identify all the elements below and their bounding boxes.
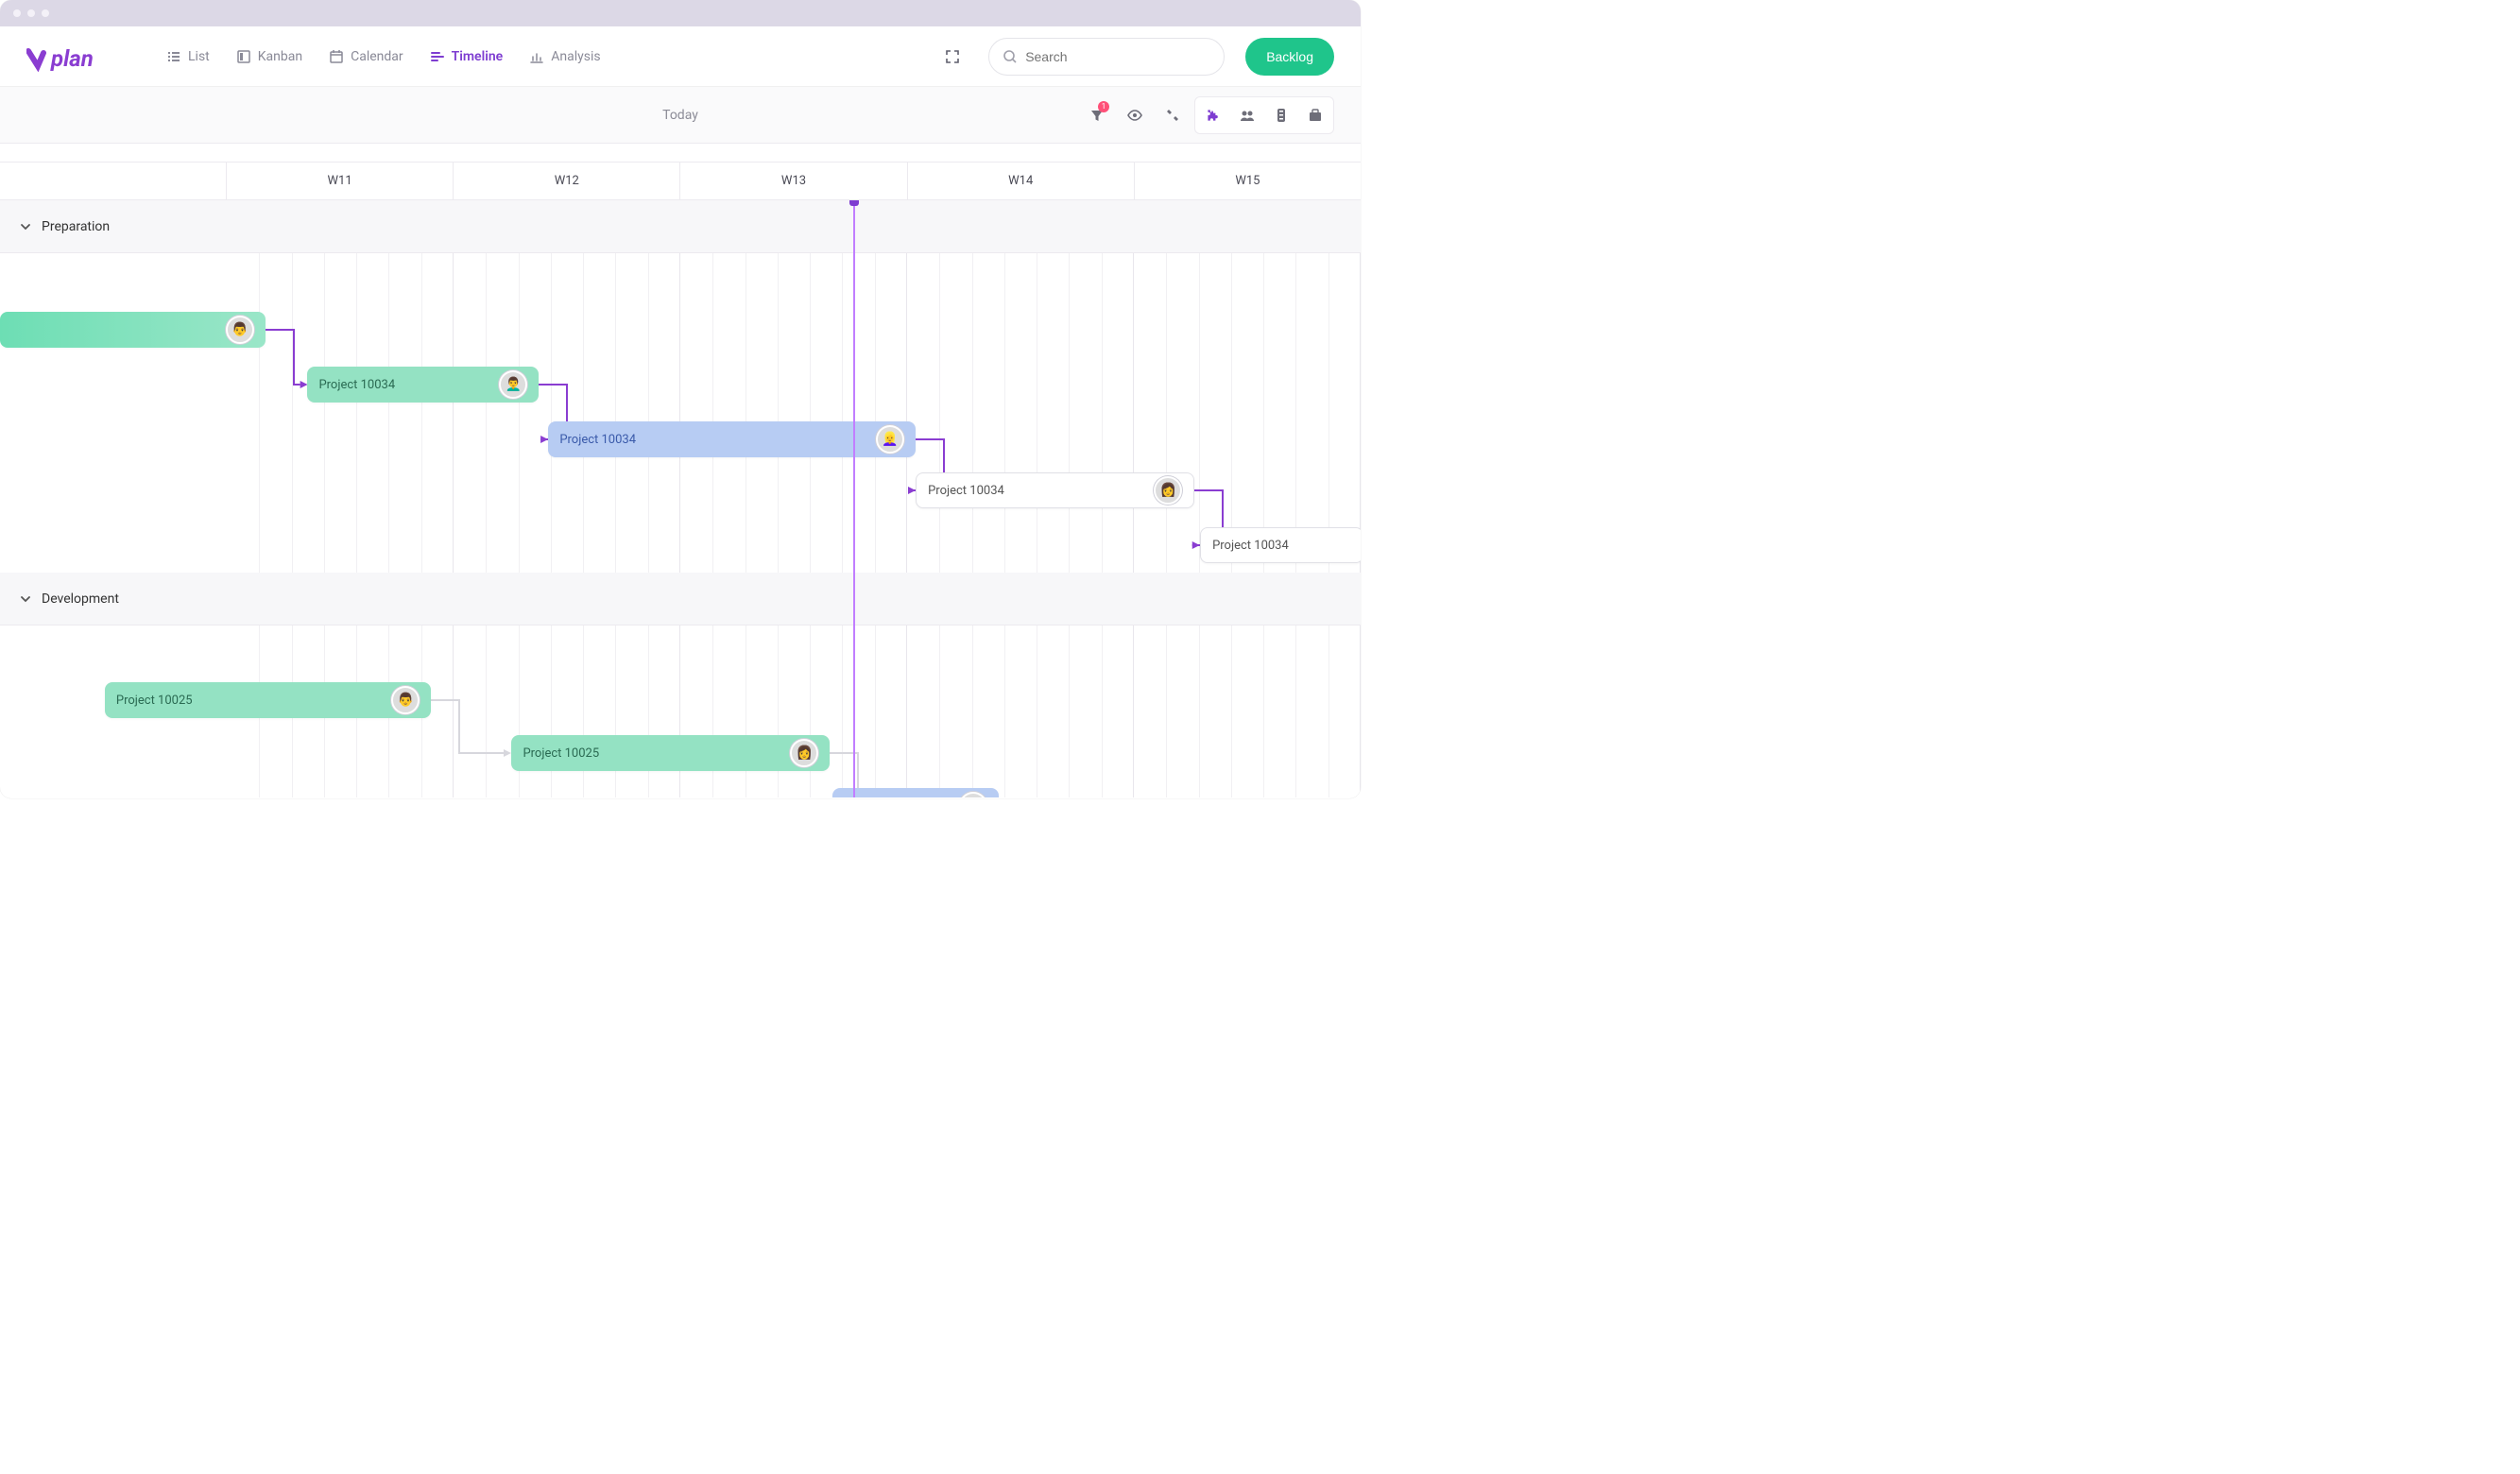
nav-timeline[interactable]: Timeline <box>426 43 507 70</box>
task-bar[interactable]: Project 10025 👨 <box>105 682 432 718</box>
sub-toolbar: Today 1 <box>0 87 1361 144</box>
assignee-avatar[interactable]: 👨 <box>391 686 420 714</box>
week-col-w15: W15 <box>1135 163 1361 199</box>
nav-list-label: List <box>188 49 210 64</box>
resource-button[interactable] <box>1265 99 1297 131</box>
nav-timeline-label: Timeline <box>452 49 504 64</box>
assignee-avatar[interactable]: 👨‍🦱 <box>499 370 527 399</box>
task-label: Project 10034 <box>559 433 636 447</box>
task-bar[interactable]: Project 10034 👱‍♀️ <box>548 421 916 457</box>
nav-analysis-label: Analysis <box>551 49 600 64</box>
week-col-w13: W13 <box>680 163 907 199</box>
nav-calendar-label: Calendar <box>351 49 403 64</box>
nav-list[interactable]: List <box>163 43 214 70</box>
view-nav: List Kanban Calendar Timeline Analysis <box>163 43 605 70</box>
integrations-button[interactable] <box>1197 99 1229 131</box>
tools-icon <box>1165 108 1180 123</box>
timeline-icon <box>430 49 445 64</box>
task-label: Project 10034 <box>928 484 1004 498</box>
task-bar[interactable]: Project 10034 <box>1200 527 1361 563</box>
task-bar[interactable]: Project 10025 👩 <box>511 735 830 771</box>
lane-header-development[interactable]: Development <box>0 573 1361 626</box>
today-label[interactable]: Today <box>662 108 698 123</box>
calendar-icon <box>329 49 344 64</box>
fullscreen-button[interactable] <box>937 42 968 72</box>
expand-icon <box>945 49 960 64</box>
visibility-button[interactable] <box>1119 99 1151 131</box>
search-icon <box>1003 49 1018 64</box>
settings-button[interactable] <box>1157 99 1189 131</box>
assignee-avatar[interactable]: 👩 <box>790 739 818 767</box>
assignee-avatar[interactable]: 👨 <box>226 316 254 344</box>
chart-icon <box>529 49 544 64</box>
lane-header-preparation[interactable]: Preparation <box>0 200 1361 253</box>
archive-button[interactable] <box>1299 99 1331 131</box>
chevron-down-icon <box>19 592 32 606</box>
kanban-icon <box>236 49 251 64</box>
people-icon <box>1239 107 1256 124</box>
top-navbar: plan List Kanban Calendar Timeline <box>0 26 1361 87</box>
task-label: Project 10025 <box>116 694 193 708</box>
team-button[interactable] <box>1231 99 1263 131</box>
task-label: Project 10034 <box>318 378 395 392</box>
search-input[interactable] <box>1025 49 1210 64</box>
lane-name-development: Development <box>42 591 119 607</box>
today-indicator[interactable] <box>853 200 855 797</box>
traffic-light-close[interactable] <box>13 9 21 17</box>
app-logo[interactable]: plan <box>26 42 119 72</box>
assignee-avatar[interactable]: 👨 <box>959 792 987 797</box>
assignee-avatar[interactable]: 👱‍♀️ <box>876 425 904 454</box>
filter-button[interactable]: 1 <box>1081 99 1113 131</box>
gantt-area[interactable]: Preparation 👨Project 10034👨‍🦱Project 100… <box>0 200 1361 797</box>
task-label: Project 10025 <box>523 746 599 761</box>
task-label: Project 10034 <box>1212 539 1289 553</box>
puzzle-icon <box>1206 108 1221 123</box>
task-bar[interactable]: Project 10034 👨‍🦱 <box>307 367 539 403</box>
task-bar[interactable]: 👨 <box>0 312 266 348</box>
svg-text:plan: plan <box>50 45 94 72</box>
traffic-light-max[interactable] <box>42 9 49 17</box>
task-bar[interactable]: Project 10034 👩 <box>916 472 1194 508</box>
briefcase-icon <box>1308 108 1323 123</box>
week-col-w12: W12 <box>454 163 680 199</box>
today-knob-icon <box>849 200 859 206</box>
nav-calendar[interactable]: Calendar <box>325 43 407 70</box>
nav-kanban-label: Kanban <box>258 49 302 64</box>
task-bar[interactable]: Project 10025👨 <box>832 788 999 797</box>
blank-strip <box>0 144 1361 163</box>
search-box[interactable] <box>988 38 1225 76</box>
storage-icon <box>1275 108 1288 123</box>
nav-analysis[interactable]: Analysis <box>525 43 604 70</box>
filter-badge: 1 <box>1098 101 1109 112</box>
week-col-w11: W11 <box>227 163 454 199</box>
eye-icon <box>1126 107 1143 124</box>
week-col-w14: W14 <box>908 163 1135 199</box>
traffic-light-min[interactable] <box>27 9 35 17</box>
week-header-row: W11 W12 W13 W14 W15 <box>0 163 1361 200</box>
list-icon <box>166 49 181 64</box>
nav-kanban[interactable]: Kanban <box>232 43 306 70</box>
lane-name-preparation: Preparation <box>42 219 110 234</box>
chevron-down-icon <box>19 220 32 233</box>
window-titlebar <box>0 0 1361 26</box>
backlog-button[interactable]: Backlog <box>1245 38 1334 76</box>
assignee-avatar[interactable]: 👩 <box>1154 476 1182 505</box>
